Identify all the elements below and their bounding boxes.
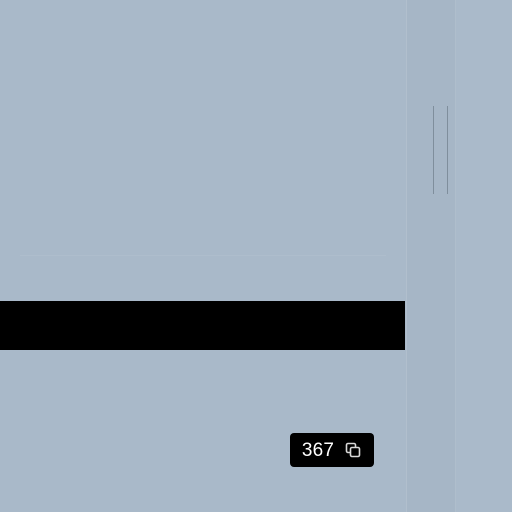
media-viewer: 367: [0, 0, 512, 512]
media-panel: 367: [0, 0, 406, 512]
content-divider: [20, 255, 386, 256]
redacted-region: [0, 301, 405, 350]
scroll-handle-left-edge[interactable]: [433, 106, 434, 194]
media-count-value: 367: [301, 439, 335, 461]
scroll-rail[interactable]: [406, 0, 456, 512]
media-count-badge[interactable]: 367: [290, 433, 374, 467]
scroll-handle-right-edge[interactable]: [447, 106, 448, 194]
side-margin: [456, 0, 512, 512]
copy-stack-icon: [345, 442, 361, 458]
